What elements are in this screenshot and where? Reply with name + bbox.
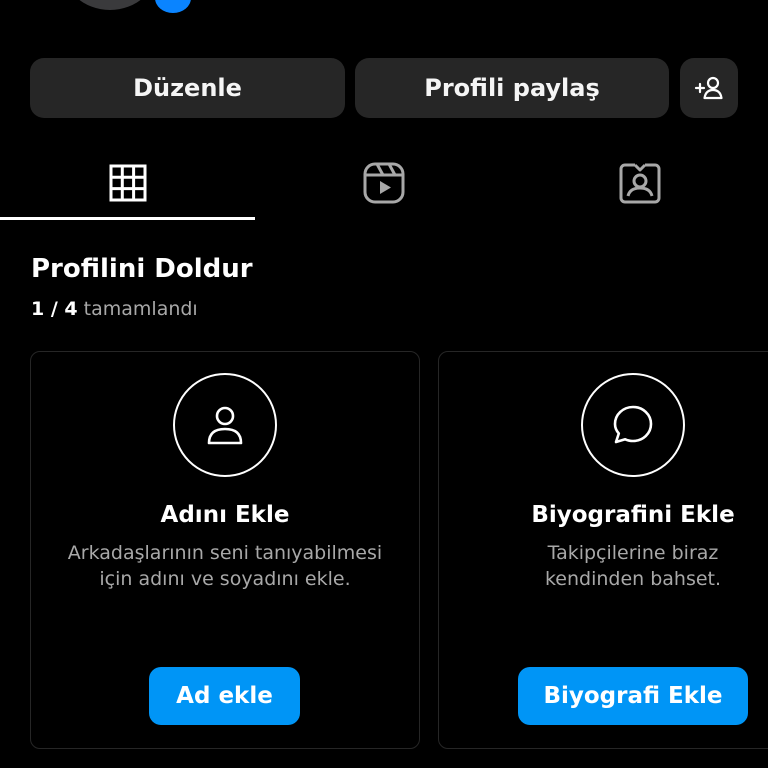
card-icon-circle <box>581 373 685 477</box>
add-story-badge[interactable] <box>152 0 194 16</box>
section-title: Profilini Doldur <box>31 254 253 284</box>
add-bio-button[interactable]: Biyografi Ekle <box>518 667 748 725</box>
add-person-icon <box>694 76 723 100</box>
card-description-line: kendinden bahset. <box>544 568 722 590</box>
card-icon-circle <box>173 373 277 477</box>
completion-count: 1 / 4 <box>31 298 78 320</box>
add-name-card: Adını Ekle Arkadaşlarının seni tanıyabil… <box>30 351 420 749</box>
tab-reels[interactable] <box>256 150 512 216</box>
card-title: Adını Ekle <box>160 502 290 528</box>
card-description-line: Takipçilerine biraz <box>547 542 719 564</box>
card-description-line: için adını ve soyadını ekle. <box>99 568 351 590</box>
card-title: Biyografini Ekle <box>531 502 735 528</box>
person-icon <box>207 406 243 445</box>
profile-tabs <box>0 150 768 220</box>
tab-posts-grid[interactable] <box>0 150 256 216</box>
completion-progress: 1 / 4 tamamlandı <box>31 298 198 320</box>
completion-suffix: tamamlandı <box>83 298 198 320</box>
reels-icon <box>363 162 405 204</box>
share-profile-button[interactable]: Profili paylaş <box>355 58 669 118</box>
grid-icon <box>109 164 147 202</box>
tab-tagged[interactable] <box>512 150 768 216</box>
card-description: Arkadaşlarının seni tanıyabilmesi için a… <box>31 540 419 592</box>
add-name-button-label: Ad ekle <box>176 683 273 709</box>
edit-profile-button[interactable]: Düzenle <box>30 58 345 118</box>
tagged-icon <box>619 163 661 204</box>
discover-people-button[interactable] <box>680 58 738 118</box>
add-bio-button-label: Biyografi Ekle <box>543 683 723 709</box>
add-name-button[interactable]: Ad ekle <box>149 667 300 725</box>
card-description: Takipçilerine biraz kendinden bahset. <box>439 540 768 592</box>
speech-bubble-icon <box>613 405 653 444</box>
edit-profile-label: Düzenle <box>133 74 242 102</box>
add-bio-card: Biyografini Ekle Takipçilerine biraz ken… <box>438 351 768 749</box>
share-profile-label: Profili paylaş <box>424 74 600 102</box>
card-description-line: Arkadaşlarının seni tanıyabilmesi <box>67 542 383 564</box>
selected-tab-indicator <box>0 217 255 220</box>
avatar[interactable] <box>62 0 158 10</box>
